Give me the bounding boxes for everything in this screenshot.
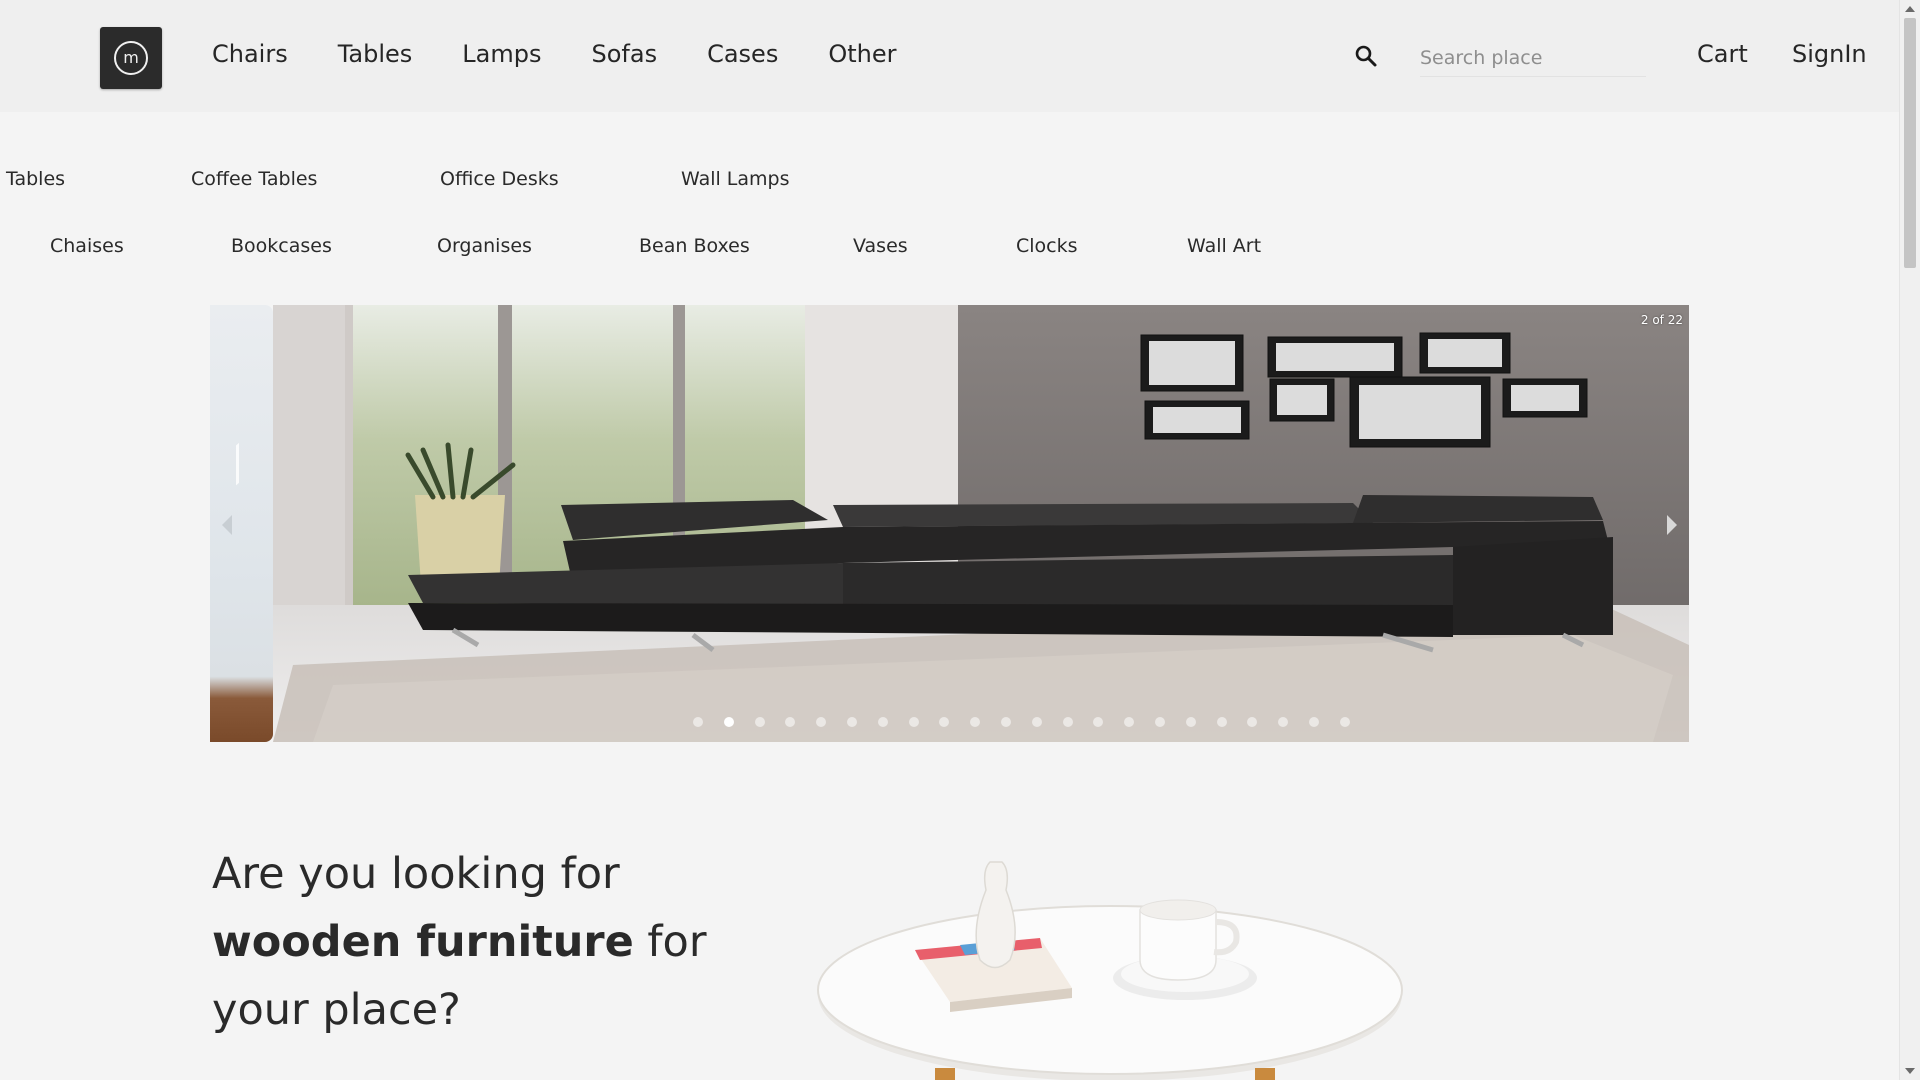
subcat-coffee-tables[interactable]: Coffee Tables — [191, 168, 317, 190]
nav-other[interactable]: Other — [828, 40, 896, 68]
carousel-dot[interactable] — [846, 717, 857, 727]
nav-sofas[interactable]: Sofas — [592, 40, 658, 68]
carousel-dots — [693, 717, 1371, 727]
side-table-image — [817, 861, 1403, 1080]
carousel-dot[interactable] — [1216, 717, 1227, 727]
nav-lamps[interactable]: Lamps — [462, 40, 541, 68]
logo[interactable]: m — [100, 27, 162, 89]
carousel-dot[interactable] — [1062, 717, 1073, 727]
hero-bold-text: wooden furniture — [212, 917, 634, 967]
nav-tables[interactable]: Tables — [338, 40, 413, 68]
subcat-wall-art[interactable]: Wall Art — [1187, 235, 1261, 257]
subcat-organises[interactable]: Organises — [437, 235, 532, 257]
subcat-office-desks[interactable]: Office Desks — [440, 168, 559, 190]
cart-link[interactable]: Cart — [1697, 40, 1748, 68]
subcat-chaises[interactable]: Chaises — [50, 235, 124, 257]
carousel-prev-arrow[interactable] — [222, 515, 232, 535]
subcat-bean-boxes[interactable]: Bean Boxes — [639, 235, 750, 257]
carousel-next-arrow[interactable] — [1667, 515, 1677, 535]
hero-line-2-rest: for — [633, 917, 707, 967]
signin-link[interactable]: SignIn — [1792, 40, 1867, 68]
carousel-dot[interactable] — [816, 717, 827, 727]
subcat-wall-lamps[interactable]: Wall Lamps — [681, 168, 790, 190]
page-scrollbar[interactable] — [1899, 0, 1920, 1080]
carousel-dot[interactable] — [1093, 717, 1104, 727]
logo-mark: m — [114, 41, 148, 75]
subcat-vases[interactable]: Vases — [853, 235, 908, 257]
carousel-dot[interactable] — [1000, 717, 1011, 727]
carousel-dot[interactable] — [939, 717, 950, 727]
hero-line-3: your place? — [212, 985, 461, 1035]
hero-line-1: Are you looking for — [212, 849, 620, 899]
carousel-dot[interactable] — [1339, 717, 1350, 727]
search-icon[interactable] — [1354, 44, 1378, 68]
carousel-dot-active[interactable] — [723, 717, 734, 727]
sofa-room-image — [273, 305, 1689, 742]
scroll-down-arrow-icon[interactable] — [1905, 1068, 1915, 1074]
subcat-bookcases[interactable]: Bookcases — [231, 235, 332, 257]
hero-line-2: wooden furniture for — [212, 908, 707, 976]
subcat-tables[interactable]: Tables — [6, 168, 65, 190]
scroll-up-arrow-icon[interactable] — [1905, 6, 1915, 12]
carousel-dot[interactable] — [754, 717, 765, 727]
carousel-dot[interactable] — [693, 717, 703, 727]
hero-headline: Are you looking for wooden furniture for… — [212, 840, 707, 1044]
carousel-dot[interactable] — [908, 717, 919, 727]
page: m Chairs Tables Lamps Sofas Cases Other … — [0, 0, 1920, 1080]
carousel-dot[interactable] — [1308, 717, 1319, 727]
scroll-thumb[interactable] — [1904, 18, 1916, 268]
carousel-slide-sofa[interactable]: 2 of 22 — [273, 305, 1689, 742]
carousel-dot[interactable] — [970, 717, 981, 727]
main-nav: Chairs Tables Lamps Sofas Cases Other — [212, 40, 946, 68]
nav-chairs[interactable]: Chairs — [212, 40, 288, 68]
previous-slide-peek[interactable] — [210, 305, 273, 742]
nav-cases[interactable]: Cases — [707, 40, 778, 68]
search-input[interactable] — [1420, 40, 1646, 77]
carousel-dot[interactable] — [1154, 717, 1165, 727]
hero-carousel[interactable]: 2 of 22 — [210, 305, 1689, 742]
subcat-clocks[interactable]: Clocks — [1016, 235, 1078, 257]
carousel-dot[interactable] — [1247, 717, 1258, 727]
carousel-dot[interactable] — [785, 717, 796, 727]
carousel-dot[interactable] — [1278, 717, 1289, 727]
carousel-dot[interactable] — [1031, 717, 1042, 727]
slide-counter: 2 of 22 — [1640, 313, 1683, 327]
peek-chevron-icon — [210, 442, 239, 508]
carousel-dot[interactable] — [877, 717, 888, 727]
carousel-dot[interactable] — [1124, 717, 1135, 727]
carousel-dot[interactable] — [1185, 717, 1196, 727]
site-header: m Chairs Tables Lamps Sofas Cases Other … — [0, 0, 1900, 112]
